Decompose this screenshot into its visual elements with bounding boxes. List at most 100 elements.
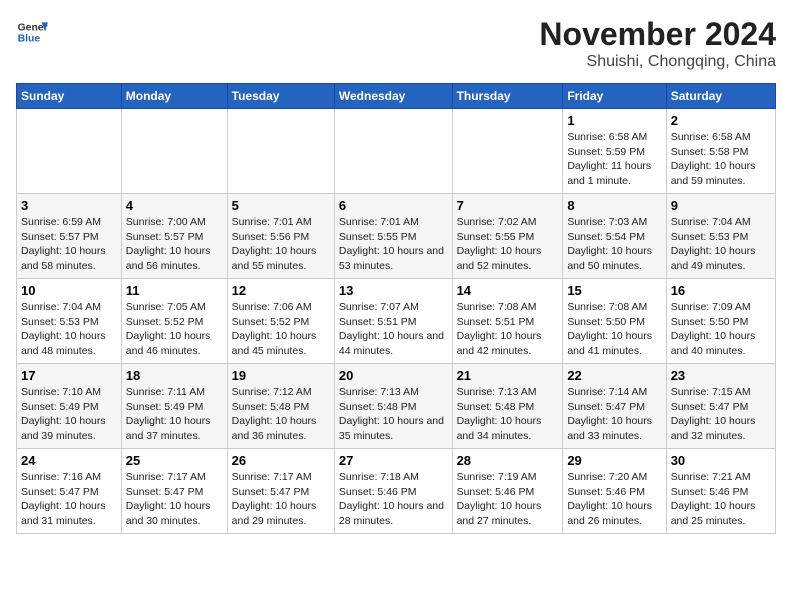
day-number: 29 bbox=[567, 453, 661, 468]
calendar-cell: 12Sunrise: 7:06 AM Sunset: 5:52 PM Dayli… bbox=[227, 279, 334, 364]
calendar-cell: 18 Sunrise: 7:11 AM Sunset: 5:49 PM Dayli… bbox=[121, 364, 227, 449]
day-info: Sunrise: 7:18 AM Sunset: 5:46 PM Dayligh… bbox=[339, 470, 448, 529]
day-number: 6 bbox=[339, 198, 448, 213]
day-number: 4 bbox=[126, 198, 223, 213]
weekday-header-wednesday: Wednesday bbox=[334, 84, 452, 109]
weekday-header-row: SundayMondayTuesdayWednesdayThursdayFrid… bbox=[17, 84, 776, 109]
calendar-title-block: November 2024 Shuishi, Chongqing, China bbox=[539, 16, 776, 71]
calendar-cell bbox=[452, 109, 563, 194]
calendar-cell: 2 Sunrise: 6:58 AM Sunset: 5:58 PM Daylig… bbox=[666, 109, 775, 194]
day-number: 24 bbox=[21, 453, 117, 468]
calendar-week-row: 3 Sunrise: 6:59 AM Sunset: 5:57 PM Daylig… bbox=[17, 194, 776, 279]
day-info: Sunrise: 7:08 AM Sunset: 5:51 PM Dayligh… bbox=[457, 300, 559, 359]
day-number: 16 bbox=[671, 283, 771, 298]
calendar-cell: 14 Sunrise: 7:08 AM Sunset: 5:51 PM Dayli… bbox=[452, 279, 563, 364]
calendar-cell: 24 Sunrise: 7:16 AM Sunset: 5:47 PM Dayli… bbox=[17, 449, 122, 534]
day-number: 10 bbox=[21, 283, 117, 298]
day-info: Sunrise: 7:13 AM Sunset: 5:48 PM Dayligh… bbox=[339, 385, 448, 444]
calendar-week-row: 1 Sunrise: 6:58 AM Sunset: 5:59 PM Daylig… bbox=[17, 109, 776, 194]
calendar-week-row: 17 Sunrise: 7:10 AM Sunset: 5:49 PM Dayli… bbox=[17, 364, 776, 449]
calendar-subtitle: Shuishi, Chongqing, China bbox=[539, 53, 776, 71]
day-info: Sunrise: 7:10 AM Sunset: 5:49 PM Dayligh… bbox=[21, 385, 117, 444]
calendar-cell: 17 Sunrise: 7:10 AM Sunset: 5:49 PM Dayli… bbox=[17, 364, 122, 449]
day-info: Sunrise: 7:11 AM Sunset: 5:49 PM Dayligh… bbox=[126, 385, 223, 444]
day-info: Sunrise: 7:06 AM Sunset: 5:52 PM Dayligh… bbox=[232, 300, 330, 359]
day-number: 22 bbox=[567, 368, 661, 383]
day-number: 17 bbox=[21, 368, 117, 383]
day-info: Sunrise: 7:00 AM Sunset: 5:57 PM Dayligh… bbox=[126, 215, 223, 274]
day-info: Sunrise: 7:01 AM Sunset: 5:56 PM Dayligh… bbox=[232, 215, 330, 274]
day-number: 25 bbox=[126, 453, 223, 468]
calendar-cell: 22 Sunrise: 7:14 AM Sunset: 5:47 PM Dayli… bbox=[563, 364, 666, 449]
day-number: 14 bbox=[457, 283, 559, 298]
calendar-table: SundayMondayTuesdayWednesdayThursdayFrid… bbox=[16, 83, 776, 534]
day-number: 27 bbox=[339, 453, 448, 468]
calendar-cell: 5 Sunrise: 7:01 AM Sunset: 5:56 PM Daylig… bbox=[227, 194, 334, 279]
calendar-week-row: 24 Sunrise: 7:16 AM Sunset: 5:47 PM Dayli… bbox=[17, 449, 776, 534]
day-number: 18 bbox=[126, 368, 223, 383]
calendar-cell: 13 Sunrise: 7:07 AM Sunset: 5:51 PM Dayli… bbox=[334, 279, 452, 364]
calendar-cell: 30 Sunrise: 7:21 AM Sunset: 5:46 PM Dayli… bbox=[666, 449, 775, 534]
day-number: 9 bbox=[671, 198, 771, 213]
day-info: Sunrise: 7:09 AM Sunset: 5:50 PM Dayligh… bbox=[671, 300, 771, 359]
day-number: 8 bbox=[567, 198, 661, 213]
calendar-cell bbox=[334, 109, 452, 194]
calendar-cell: 4 Sunrise: 7:00 AM Sunset: 5:57 PM Daylig… bbox=[121, 194, 227, 279]
day-info: Sunrise: 7:03 AM Sunset: 5:54 PM Dayligh… bbox=[567, 215, 661, 274]
calendar-cell: 28Sunrise: 7:19 AM Sunset: 5:46 PM Dayli… bbox=[452, 449, 563, 534]
calendar-cell: 16 Sunrise: 7:09 AM Sunset: 5:50 PM Dayli… bbox=[666, 279, 775, 364]
calendar-cell: 19Sunrise: 7:12 AM Sunset: 5:48 PM Dayli… bbox=[227, 364, 334, 449]
calendar-title: November 2024 bbox=[539, 16, 776, 53]
calendar-cell bbox=[121, 109, 227, 194]
day-number: 19 bbox=[232, 368, 330, 383]
day-info: Sunrise: 7:20 AM Sunset: 5:46 PM Dayligh… bbox=[567, 470, 661, 529]
day-info: Sunrise: 6:58 AM Sunset: 5:59 PM Dayligh… bbox=[567, 130, 661, 189]
day-info: Sunrise: 7:17 AM Sunset: 5:47 PM Dayligh… bbox=[126, 470, 223, 529]
day-info: Sunrise: 7:16 AM Sunset: 5:47 PM Dayligh… bbox=[21, 470, 117, 529]
day-number: 23 bbox=[671, 368, 771, 383]
day-number: 30 bbox=[671, 453, 771, 468]
calendar-cell: 21Sunrise: 7:13 AM Sunset: 5:48 PM Dayli… bbox=[452, 364, 563, 449]
day-number: 2 bbox=[671, 113, 771, 128]
calendar-cell: 11 Sunrise: 7:05 AM Sunset: 5:52 PM Dayli… bbox=[121, 279, 227, 364]
calendar-cell: 10 Sunrise: 7:04 AM Sunset: 5:53 PM Dayli… bbox=[17, 279, 122, 364]
day-info: Sunrise: 7:05 AM Sunset: 5:52 PM Dayligh… bbox=[126, 300, 223, 359]
day-number: 1 bbox=[567, 113, 661, 128]
day-info: Sunrise: 7:14 AM Sunset: 5:47 PM Dayligh… bbox=[567, 385, 661, 444]
day-info: Sunrise: 7:21 AM Sunset: 5:46 PM Dayligh… bbox=[671, 470, 771, 529]
day-number: 5 bbox=[232, 198, 330, 213]
svg-text:Blue: Blue bbox=[18, 34, 41, 45]
calendar-cell bbox=[17, 109, 122, 194]
day-number: 20 bbox=[339, 368, 448, 383]
day-info: Sunrise: 7:19 AM Sunset: 5:46 PM Dayligh… bbox=[457, 470, 559, 529]
calendar-cell: 25 Sunrise: 7:17 AM Sunset: 5:47 PM Dayli… bbox=[121, 449, 227, 534]
calendar-cell: 29 Sunrise: 7:20 AM Sunset: 5:46 PM Dayli… bbox=[563, 449, 666, 534]
calendar-cell: 15 Sunrise: 7:08 AM Sunset: 5:50 PM Dayli… bbox=[563, 279, 666, 364]
day-info: Sunrise: 7:17 AM Sunset: 5:47 PM Dayligh… bbox=[232, 470, 330, 529]
calendar-cell: 9 Sunrise: 7:04 AM Sunset: 5:53 PM Daylig… bbox=[666, 194, 775, 279]
day-info: Sunrise: 7:04 AM Sunset: 5:53 PM Dayligh… bbox=[21, 300, 117, 359]
weekday-header-thursday: Thursday bbox=[452, 84, 563, 109]
day-info: Sunrise: 6:59 AM Sunset: 5:57 PM Dayligh… bbox=[21, 215, 117, 274]
day-info: Sunrise: 7:08 AM Sunset: 5:50 PM Dayligh… bbox=[567, 300, 661, 359]
calendar-cell: 27 Sunrise: 7:18 AM Sunset: 5:46 PM Dayli… bbox=[334, 449, 452, 534]
calendar-cell: 6Sunrise: 7:01 AM Sunset: 5:55 PM Daylig… bbox=[334, 194, 452, 279]
day-info: Sunrise: 7:13 AM Sunset: 5:48 PM Dayligh… bbox=[457, 385, 559, 444]
day-info: Sunrise: 6:58 AM Sunset: 5:58 PM Dayligh… bbox=[671, 130, 771, 189]
calendar-cell bbox=[227, 109, 334, 194]
day-number: 7 bbox=[457, 198, 559, 213]
day-number: 15 bbox=[567, 283, 661, 298]
day-number: 3 bbox=[21, 198, 117, 213]
calendar-cell: 1 Sunrise: 6:58 AM Sunset: 5:59 PM Daylig… bbox=[563, 109, 666, 194]
day-info: Sunrise: 7:15 AM Sunset: 5:47 PM Dayligh… bbox=[671, 385, 771, 444]
day-number: 13 bbox=[339, 283, 448, 298]
weekday-header-tuesday: Tuesday bbox=[227, 84, 334, 109]
calendar-cell: 8 Sunrise: 7:03 AM Sunset: 5:54 PM Daylig… bbox=[563, 194, 666, 279]
day-info: Sunrise: 7:04 AM Sunset: 5:53 PM Dayligh… bbox=[671, 215, 771, 274]
day-info: Sunrise: 7:07 AM Sunset: 5:51 PM Dayligh… bbox=[339, 300, 448, 359]
calendar-cell: 23 Sunrise: 7:15 AM Sunset: 5:47 PM Dayli… bbox=[666, 364, 775, 449]
day-number: 11 bbox=[126, 283, 223, 298]
calendar-week-row: 10 Sunrise: 7:04 AM Sunset: 5:53 PM Dayli… bbox=[17, 279, 776, 364]
calendar-cell: 7Sunrise: 7:02 AM Sunset: 5:55 PM Daylig… bbox=[452, 194, 563, 279]
weekday-header-friday: Friday bbox=[563, 84, 666, 109]
